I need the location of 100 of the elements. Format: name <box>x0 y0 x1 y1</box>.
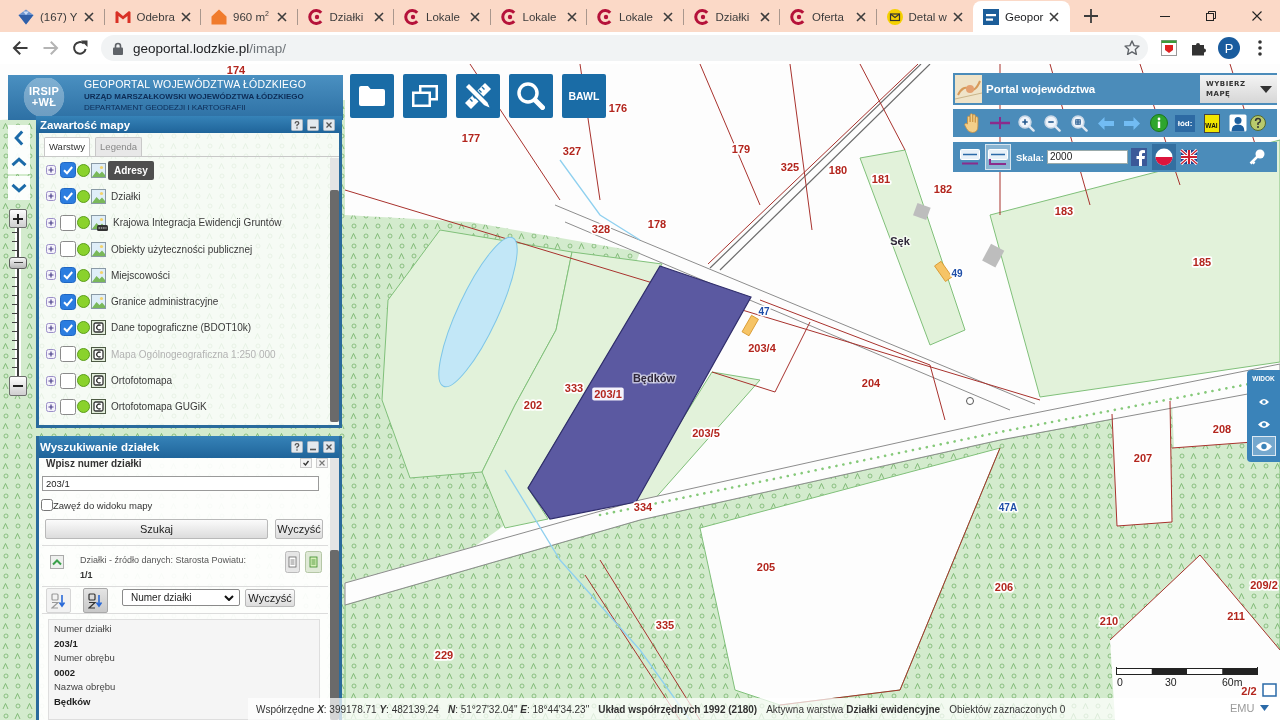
close-icon[interactable] <box>1049 11 1059 22</box>
close-icon[interactable] <box>856 11 866 22</box>
browser-tab[interactable]: 960 m$^{2}$ <box>201 1 298 32</box>
confirm-icon[interactable] <box>300 458 312 468</box>
sort-field-dropdown[interactable]: Numer działki <box>122 589 240 606</box>
layer-name[interactable]: Granice administracyjne <box>111 296 219 308</box>
expand-icon[interactable] <box>46 349 56 360</box>
zoom-in-icon[interactable] <box>1017 114 1035 132</box>
city-logo-button[interactable]: łód: <box>1175 114 1195 132</box>
toolbar-button[interactable] <box>509 74 553 118</box>
help-icon[interactable] <box>291 118 303 131</box>
caret-down-icon[interactable] <box>1260 705 1270 711</box>
close-icon[interactable] <box>180 11 191 22</box>
browser-tab[interactable]: (167) Y <box>8 1 105 32</box>
layer-name[interactable]: Obiekty użyteczności publicznej <box>111 243 253 255</box>
layer-name[interactable]: Ortofotomapa <box>111 375 173 386</box>
collapse-button[interactable] <box>8 125 30 150</box>
expand-icon[interactable] <box>46 165 56 176</box>
lock-icon[interactable] <box>113 41 123 55</box>
layer-name[interactable]: Ortofotomapa GUGiK <box>111 401 207 413</box>
profile-button[interactable]: P <box>1218 37 1240 59</box>
browser-tab[interactable]: Oferta <box>780 1 877 32</box>
checkbox[interactable] <box>60 319 76 336</box>
toolbar-button[interactable] <box>456 74 500 118</box>
zoom-slider[interactable] <box>9 228 27 376</box>
checkbox[interactable] <box>60 214 76 231</box>
expand-icon[interactable] <box>46 375 56 386</box>
checkbox[interactable] <box>41 498 53 511</box>
minimize-icon[interactable] <box>307 441 319 453</box>
close-icon[interactable] <box>952 11 963 22</box>
puzzle-icon[interactable] <box>1191 40 1207 56</box>
expand-icon[interactable] <box>46 244 56 255</box>
square-icon[interactable] <box>1262 683 1277 697</box>
expand-icon[interactable] <box>46 401 56 412</box>
scale-field[interactable]: 2000 <box>1047 150 1128 164</box>
chevron-up-icon[interactable] <box>50 554 64 569</box>
browser-tab[interactable]: Lokale <box>490 1 587 32</box>
restore-icon[interactable] <box>1206 11 1216 21</box>
checkbox[interactable] <box>60 241 76 258</box>
browser-tab[interactable]: Lokale <box>394 1 491 32</box>
sort-button[interactable] <box>83 588 108 613</box>
search-button[interactable]: Szukaj <box>45 518 268 539</box>
checkbox[interactable] <box>60 188 76 205</box>
user-icon[interactable] <box>1229 114 1247 132</box>
close-icon[interactable] <box>663 11 673 22</box>
pan-down-button[interactable] <box>8 176 30 200</box>
checkbox[interactable] <box>60 293 76 310</box>
layer-name[interactable]: Dane topograficzne (BDOT10k) <box>111 322 252 334</box>
zoom-out-icon[interactable] <box>1044 114 1061 132</box>
minimize-icon[interactable] <box>307 118 319 131</box>
close-icon[interactable] <box>470 11 480 22</box>
extension-icon[interactable] <box>1161 40 1177 56</box>
back-icon[interactable] <box>12 40 28 56</box>
minimize-icon[interactable] <box>1160 15 1170 17</box>
close-icon[interactable] <box>1252 11 1262 21</box>
browser-tab[interactable]: Geopor <box>973 1 1070 32</box>
layer-name[interactable]: Krajowa Integracja Ewidencji Gruntów <box>113 217 282 229</box>
checkbox[interactable] <box>60 372 76 389</box>
parcel-number-field[interactable]: 203/1 <box>42 476 319 492</box>
sort-button[interactable] <box>46 588 71 613</box>
clear-button[interactable]: Wyczyść <box>275 518 323 539</box>
close-icon[interactable] <box>759 11 770 22</box>
browser-tab[interactable]: Odebra <box>104 1 201 32</box>
menu-icon[interactable] <box>1258 40 1262 56</box>
star-icon[interactable] <box>1124 40 1140 56</box>
reload-icon[interactable] <box>72 40 88 56</box>
close-icon[interactable] <box>84 11 94 22</box>
checkbox[interactable] <box>60 162 76 179</box>
browser-tab[interactable]: Lokale <box>587 1 684 32</box>
layer-name[interactable]: Adresy <box>108 160 154 180</box>
expand-icon[interactable] <box>46 322 56 333</box>
slider-thumb[interactable] <box>9 256 27 269</box>
expand-icon[interactable] <box>46 217 56 228</box>
zoom-extent-icon[interactable] <box>1070 114 1088 132</box>
view-size-button[interactable] <box>1251 436 1276 456</box>
address-field[interactable]: geoportal.lodzkie.pl/imap/ <box>101 35 1148 61</box>
scale-mode-button[interactable] <box>985 144 1011 170</box>
toolbar-button[interactable] <box>403 74 447 118</box>
new-tab-icon[interactable] <box>1084 9 1098 23</box>
toolbar-button[interactable] <box>350 74 394 118</box>
layer-name[interactable]: Działki <box>111 190 141 202</box>
zoom-in-button[interactable] <box>9 209 27 228</box>
close-icon[interactable] <box>277 11 287 22</box>
close-icon[interactable] <box>566 11 577 22</box>
toolbar-button[interactable]: BAWL <box>562 74 606 118</box>
browser-tab[interactable]: Działki <box>297 1 394 32</box>
expand-icon[interactable] <box>46 296 56 307</box>
info-icon[interactable] <box>1149 114 1168 132</box>
close-icon[interactable] <box>323 118 335 131</box>
browser-tab[interactable]: Detal w <box>876 1 973 32</box>
key-icon[interactable] <box>1249 149 1265 165</box>
checkbox[interactable] <box>60 398 76 415</box>
browser-tab[interactable]: Działki <box>683 1 780 32</box>
zoom-out-button[interactable] <box>9 376 27 396</box>
expand-icon[interactable] <box>46 191 56 202</box>
close-icon[interactable] <box>373 11 384 22</box>
expand-icon[interactable] <box>46 270 56 281</box>
help-icon[interactable] <box>291 441 303 453</box>
help-icon[interactable] <box>1249 115 1266 131</box>
facebook-icon[interactable] <box>1131 148 1147 166</box>
